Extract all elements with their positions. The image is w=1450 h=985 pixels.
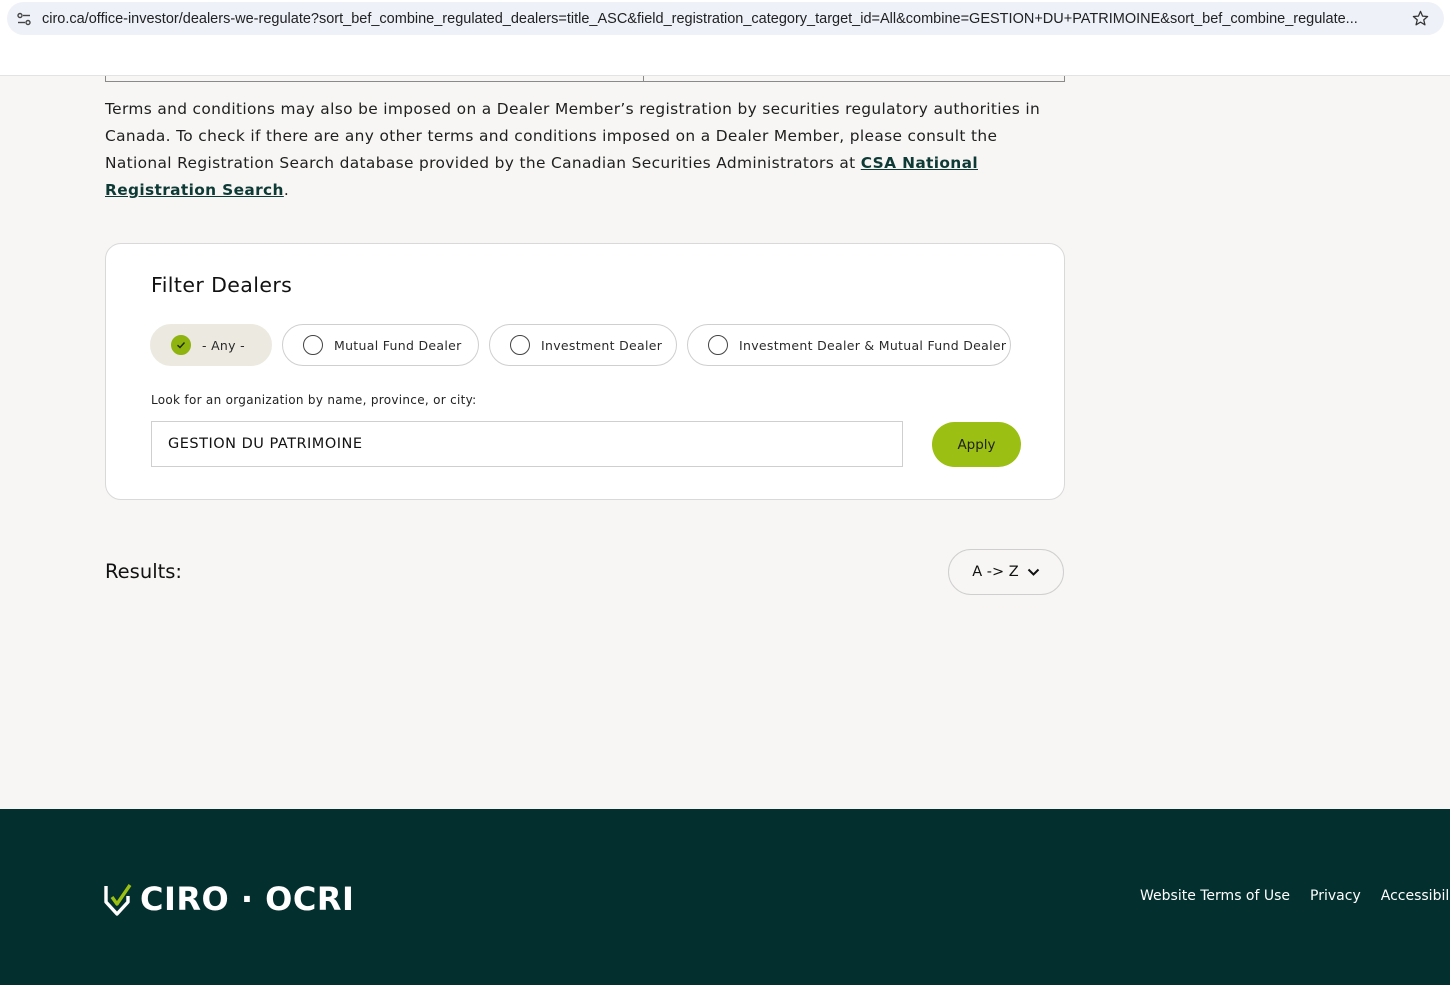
search-label: Look for an organization by name, provin… (151, 393, 477, 407)
filter-option-investment-and-mutual-fund-dealer[interactable]: Investment Dealer & Mutual Fund Dealer (687, 324, 1011, 366)
radio-unchecked-icon (510, 335, 530, 355)
filter-dealers-card: Filter Dealers - Any - Mutual Fund Deale… (105, 243, 1065, 500)
footer-link-accessibility[interactable]: Accessibility (1381, 888, 1450, 904)
browser-toolbar: ciro.ca/office-investor/dealers-we-regul… (0, 0, 1450, 76)
filter-option-label: - Any - (202, 337, 245, 353)
ciro-shield-icon (104, 884, 132, 916)
footer-links: Website Terms of Use Privacy Accessibili… (1140, 888, 1450, 904)
sort-select-value: A -> Z (972, 564, 1019, 580)
logo-wordmark: CIRO · OCRI (140, 880, 355, 918)
apply-button[interactable]: Apply (932, 422, 1021, 467)
site-settings-icon[interactable] (15, 10, 33, 28)
filter-option-any[interactable]: - Any - (150, 324, 272, 366)
table-bottom-edge (105, 76, 1065, 82)
filter-option-label: Investment Dealer (541, 337, 663, 353)
radio-unchecked-icon (303, 335, 323, 355)
address-bar[interactable]: ciro.ca/office-investor/dealers-we-regul… (7, 2, 1444, 35)
filter-option-label: Investment Dealer & Mutual Fund Dealer (739, 337, 1007, 353)
footer-link-terms[interactable]: Website Terms of Use (1140, 888, 1290, 904)
results-heading: Results: (105, 560, 182, 583)
ciro-logo[interactable]: CIRO · OCRI (104, 882, 354, 916)
organization-search-input[interactable] (151, 421, 903, 467)
filter-title: Filter Dealers (151, 273, 293, 297)
terms-paragraph: Terms and conditions may also be imposed… (105, 96, 1065, 204)
footer-link-privacy[interactable]: Privacy (1310, 888, 1361, 904)
filter-option-label: Mutual Fund Dealer (334, 337, 462, 353)
bookmark-star-icon[interactable] (1411, 9, 1430, 28)
site-footer: CIRO · OCRI Website Terms of Use Privacy… (0, 809, 1450, 985)
terms-end: . (283, 181, 290, 199)
table-divider (643, 76, 644, 82)
sort-select[interactable]: A -> Z (948, 549, 1064, 595)
url-text[interactable]: ciro.ca/office-investor/dealers-we-regul… (42, 11, 1414, 27)
radio-unchecked-icon (708, 335, 728, 355)
chevron-down-icon (1027, 568, 1040, 577)
filter-option-mutual-fund-dealer[interactable]: Mutual Fund Dealer (282, 324, 479, 366)
radio-checked-icon (171, 335, 191, 355)
filter-option-investment-dealer[interactable]: Investment Dealer (489, 324, 677, 366)
